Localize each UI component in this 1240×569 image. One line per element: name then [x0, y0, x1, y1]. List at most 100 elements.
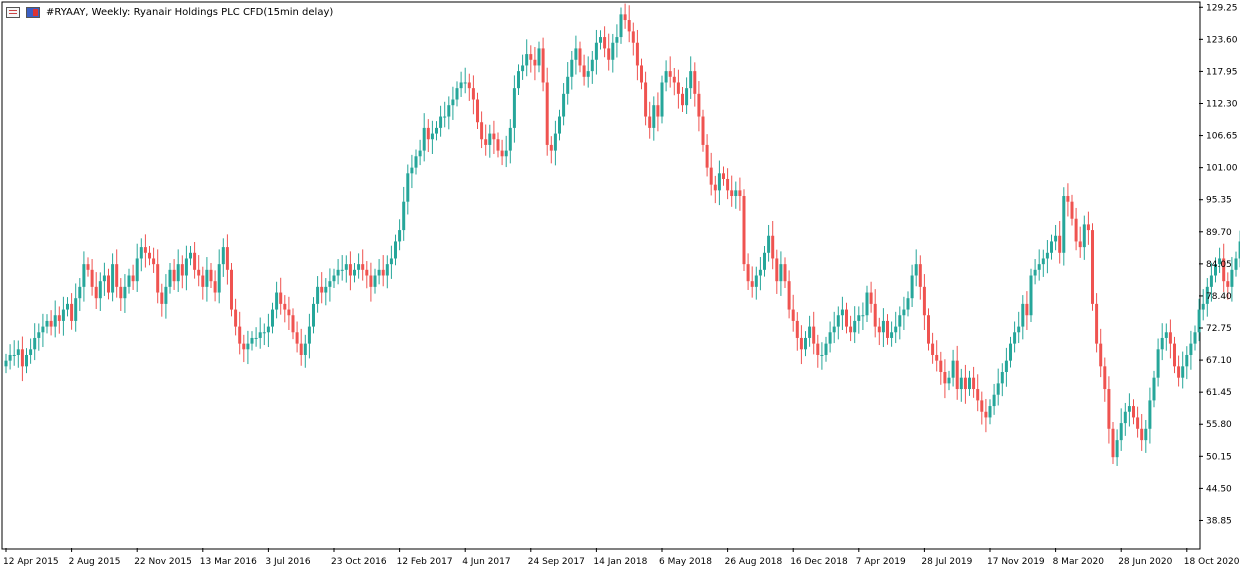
candle-body [517, 71, 520, 89]
candle-body [1029, 275, 1033, 316]
candle-body [1099, 343, 1103, 367]
candle-body [787, 281, 791, 310]
candle-body [295, 332, 299, 344]
candle-body [836, 315, 840, 327]
candle-body [1058, 235, 1062, 253]
candle-body [160, 292, 164, 304]
candle-body [709, 167, 713, 185]
y-tick-label: 78.40 [1206, 292, 1232, 302]
candle-body [152, 258, 156, 265]
candle-body [492, 133, 496, 140]
candle-body [254, 337, 258, 339]
candle-body [644, 82, 648, 117]
candle-body [78, 286, 82, 299]
candle [1029, 268, 1033, 323]
candle-body [1201, 303, 1205, 310]
candle-body [676, 82, 680, 94]
candle-body [344, 264, 348, 270]
x-tick-label: 24 Sep 2017 [528, 557, 585, 567]
candle-body [1000, 372, 1004, 384]
candle-body [869, 292, 873, 304]
candle-body [750, 281, 754, 287]
candle-body [771, 235, 775, 259]
candle-body [717, 173, 721, 191]
candle-body [1033, 269, 1037, 276]
candle-body [1009, 343, 1012, 361]
candle-body [471, 88, 475, 100]
candle-body [1025, 303, 1029, 316]
candle-body [668, 71, 672, 77]
candle-body [12, 354, 16, 356]
x-tick-label: 4 Jun 2017 [462, 557, 510, 567]
candle-body [722, 173, 725, 179]
candle-body [672, 76, 676, 83]
y-tick-label: 44.50 [1206, 484, 1232, 494]
chart-window-icon[interactable] [6, 6, 20, 18]
candle-body [262, 332, 266, 334]
candle-body [533, 59, 537, 66]
candle-body [902, 309, 906, 316]
candle-body [603, 37, 607, 49]
candle-body [660, 82, 664, 117]
candle-body [365, 269, 369, 276]
candle-body [570, 59, 574, 77]
candle-body [832, 326, 836, 333]
candle-body [115, 264, 119, 287]
x-tick-label: 28 Jul 2019 [921, 557, 972, 567]
candle-body [1230, 269, 1234, 287]
candle-body [1119, 423, 1123, 441]
candle-body [754, 275, 758, 287]
price-chart[interactable]: 129.25 123.60 117.95 112.30 106.65 101.00 95.3… [0, 0, 1240, 569]
candle-body [193, 252, 197, 270]
candle-body [496, 139, 500, 151]
candle-body [849, 326, 853, 333]
candle-body [914, 264, 918, 276]
candle-body [640, 65, 643, 83]
candle-body [279, 292, 283, 304]
candle-body [1017, 326, 1021, 333]
candle-body [455, 88, 459, 100]
candle-body [299, 343, 303, 355]
candle-body [828, 332, 832, 344]
candle-body [1013, 332, 1017, 344]
candle-body [1095, 303, 1099, 344]
candle-body [246, 343, 250, 350]
candle-body [1140, 428, 1144, 441]
y-tick-label: 55.80 [1206, 420, 1232, 430]
candle-body [586, 71, 590, 77]
candle-body [931, 343, 935, 355]
candle-body [209, 269, 213, 282]
candle-body [275, 292, 279, 310]
candle-body [102, 275, 106, 282]
candle-body [1152, 377, 1156, 401]
candle-body [201, 275, 205, 287]
candle-body [939, 360, 943, 373]
candle-body [307, 326, 311, 344]
candle-body [877, 326, 881, 333]
y-tick-label: 72.75 [1206, 324, 1232, 334]
candle-body [804, 337, 807, 350]
candle-body [430, 133, 434, 140]
y-tick-label: 117.95 [1206, 67, 1238, 77]
candle-body [1037, 264, 1041, 270]
y-tick-label: 123.60 [1206, 35, 1238, 45]
candle-body [701, 116, 705, 145]
candle-body [1136, 417, 1140, 429]
candle-body [730, 190, 734, 197]
candle-body [763, 252, 766, 270]
candle-body [947, 377, 951, 384]
candle-body [353, 269, 356, 276]
x-tick-label: 8 Mar 2020 [1053, 557, 1105, 567]
candle-body [180, 264, 184, 276]
candle-body [898, 315, 902, 327]
candle-body [156, 264, 160, 293]
candle-body [1021, 303, 1025, 327]
candle-body [824, 343, 828, 355]
candle-body [111, 264, 115, 293]
candle-body [566, 76, 570, 94]
candle-body [402, 201, 406, 231]
candle-body [221, 247, 225, 265]
candle-body [33, 337, 37, 350]
candle-body [980, 400, 984, 412]
candle-body [381, 269, 385, 276]
